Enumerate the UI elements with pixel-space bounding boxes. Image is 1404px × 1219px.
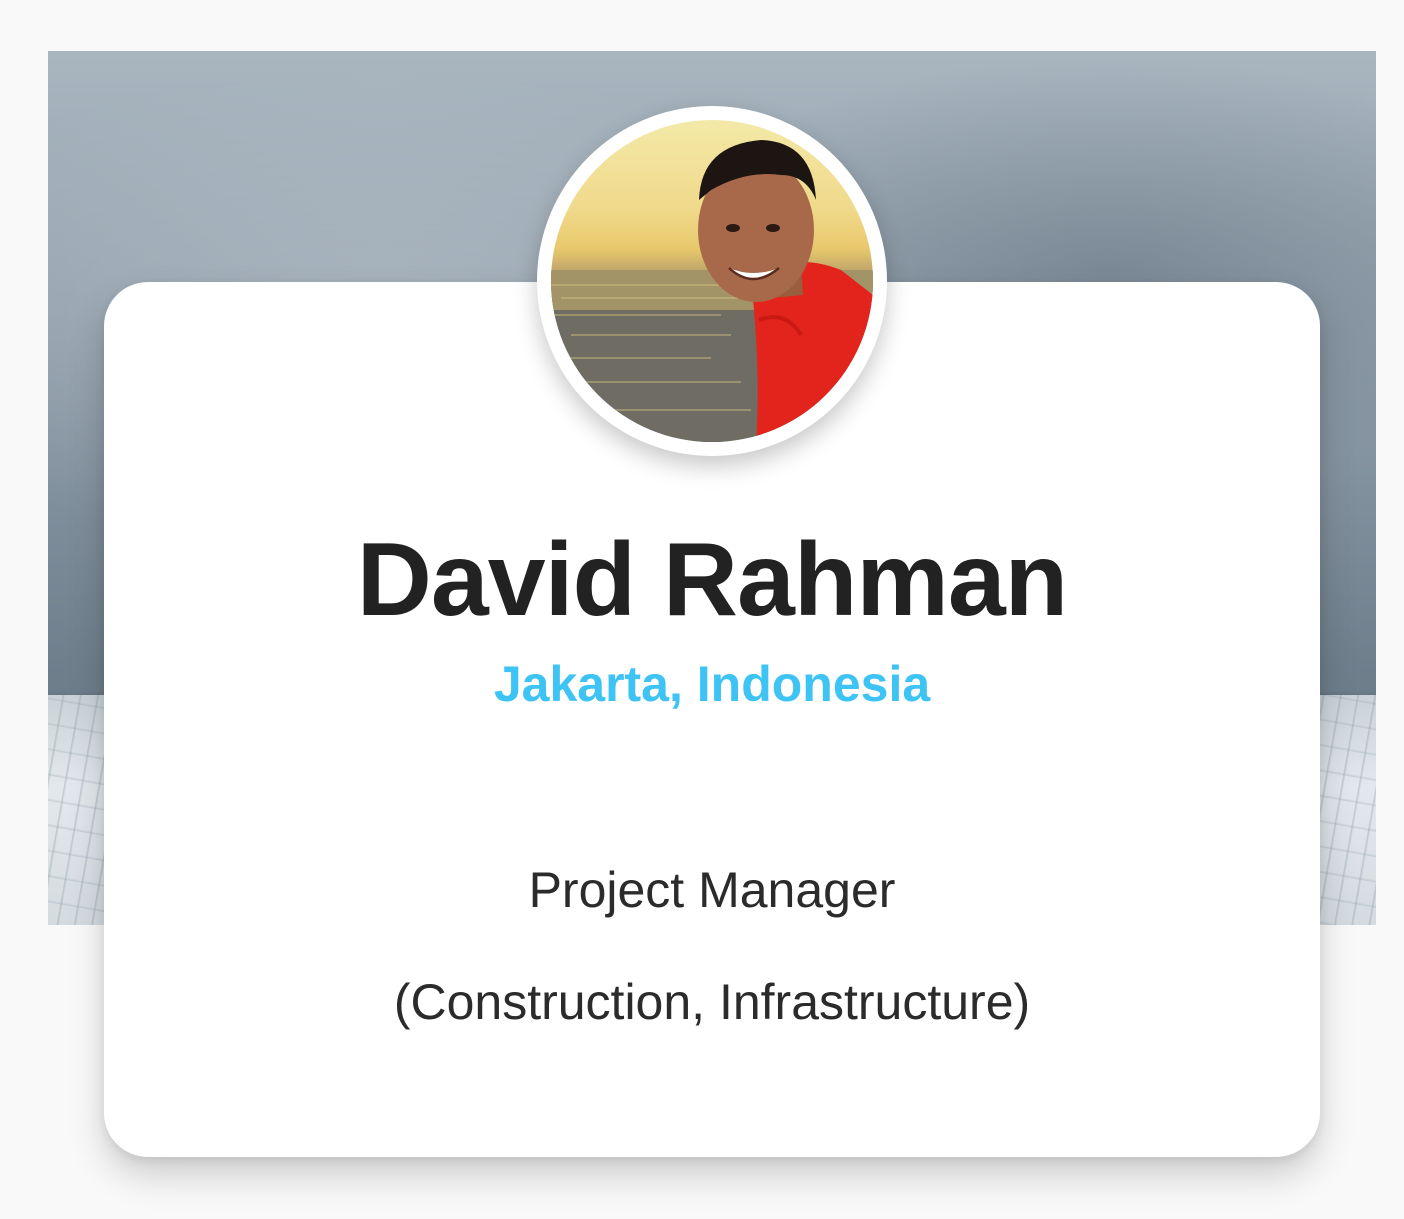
avatar-photo <box>551 120 873 442</box>
profile-page: David Rahman Jakarta, Indonesia Project … <box>0 0 1404 1219</box>
profile-location: Jakarta, Indonesia <box>493 656 931 712</box>
avatar[interactable] <box>537 106 887 456</box>
profile-field: (Construction, Infrastructure) <box>393 974 1031 1030</box>
profile-name: David Rahman <box>356 522 1068 638</box>
profile-role: Project Manager <box>528 862 896 918</box>
